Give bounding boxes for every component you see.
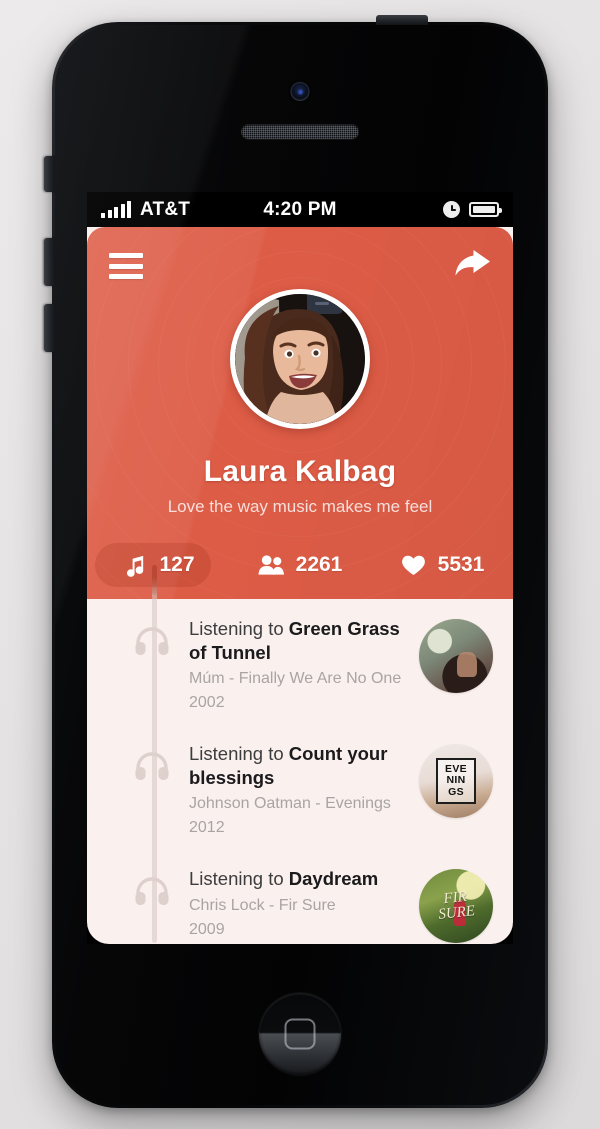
profile-tagline: Love the way music makes me feel: [167, 497, 433, 516]
album-art-text: FIR SURE: [436, 889, 476, 923]
page-title: Laura Kalbag: [203, 455, 397, 488]
status-bar: AT&T 4:20 PM: [87, 192, 513, 227]
battery-icon: [469, 202, 502, 217]
share-arrow-icon[interactable]: [453, 249, 491, 283]
item-prefix: Listening to: [189, 868, 289, 890]
earpiece-speaker-icon: [241, 124, 359, 139]
stats-bar: 127 2261 5531: [87, 541, 513, 589]
stat-followers-value: 2261: [295, 553, 343, 576]
item-year: 2002: [189, 694, 225, 712]
art-line-2: SURE: [437, 903, 476, 924]
item-text: Listening to Daydream Chris Lock - Fir S…: [177, 865, 419, 938]
list-item[interactable]: Listening to Count your blessings Johnso…: [87, 724, 513, 849]
list-item[interactable]: Listening to Green Grass of Tunnel Múm -…: [87, 599, 513, 724]
item-track: Daydream: [288, 868, 379, 890]
phone-front-panel: AT&T 4:20 PM Laura Kalbag Love the way m…: [55, 25, 545, 1105]
app-container: Laura Kalbag Love the way music makes me…: [87, 227, 513, 944]
profile-header: Laura Kalbag Love the way music makes me…: [87, 227, 513, 599]
item-title: Listening to Green Grass of Tunnel: [189, 617, 409, 664]
item-subtitle: Chris Lock - Fir Sure: [189, 896, 336, 914]
item-year: 2012: [189, 819, 225, 837]
music-note-icon: [121, 552, 149, 578]
item-year: 2009: [189, 920, 225, 938]
status-indicators: [443, 201, 502, 218]
stat-tracks[interactable]: 127: [87, 543, 229, 587]
front-camera-icon: [290, 82, 310, 101]
activity-feed: Listening to Green Grass of Tunnel Múm -…: [87, 565, 513, 944]
headphones-icon: [135, 615, 177, 660]
album-art[interactable]: EVE NIN GS: [419, 744, 493, 819]
stat-followers[interactable]: 2261: [229, 543, 371, 587]
signal-bars-icon: [101, 201, 131, 218]
avatar-photo: [235, 294, 365, 424]
art-line-3: GS: [448, 786, 464, 799]
list-item[interactable]: Listening to Daydream Chris Lock - Fir S…: [87, 849, 513, 944]
item-prefix: Listening to: [189, 743, 289, 765]
stat-likes-value: 5531: [437, 553, 485, 576]
home-button[interactable]: [259, 993, 341, 1075]
item-title: Listening to Daydream: [189, 867, 409, 891]
stat-tracks-value: 127: [159, 553, 195, 576]
home-square-icon: [284, 1018, 316, 1050]
item-text: Listening to Count your blessings Johnso…: [177, 740, 419, 837]
headphones-icon: [135, 865, 177, 910]
carrier-label: AT&T: [140, 198, 191, 220]
album-art[interactable]: FIR SURE: [419, 869, 493, 944]
item-subtitle: Johnson Oatman - Evenings: [189, 795, 391, 813]
avatar[interactable]: [230, 289, 370, 429]
stat-likes[interactable]: 5531: [371, 543, 513, 587]
headphones-icon: [135, 740, 177, 785]
phone-device: AT&T 4:20 PM Laura Kalbag Love the way m…: [44, 15, 548, 1108]
item-prefix: Listening to: [189, 618, 289, 639]
phone-screen: AT&T 4:20 PM Laura Kalbag Love the way m…: [87, 192, 513, 944]
item-title: Listening to Count your blessings: [189, 742, 409, 789]
album-art-text: EVE NIN GS: [436, 758, 476, 805]
alarm-clock-icon: [443, 201, 460, 218]
item-text: Listening to Green Grass of Tunnel Múm -…: [177, 615, 419, 712]
album-art[interactable]: [419, 619, 493, 693]
item-subtitle: Múm - Finally We Are No One: [189, 670, 402, 688]
heart-icon: [400, 552, 428, 578]
people-icon: [258, 552, 286, 578]
hamburger-menu-icon[interactable]: [109, 253, 143, 279]
